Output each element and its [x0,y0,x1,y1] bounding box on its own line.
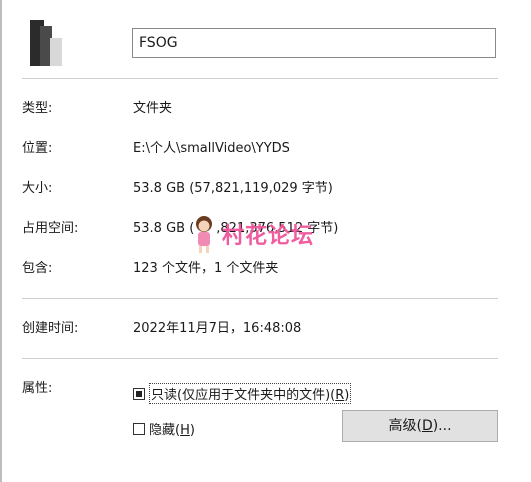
advanced-button[interactable]: 高级(D)... [342,410,498,442]
advanced-label-text: 高级( [388,418,422,434]
created-label: 创建时间: [22,321,79,336]
watermark: 村花论坛 [190,214,350,254]
readonly-label-close: ) [344,388,350,403]
type-value: 文件夹 [133,101,173,116]
hidden-label[interactable]: 隐藏(H) [149,419,195,438]
readonly-label[interactable]: 只读(仅应用于文件夹中的文件)(R) [149,383,352,404]
advanced-label-close: )... [432,418,452,434]
readonly-label-text: 只读(仅应用于文件夹中的文件)( [151,388,336,403]
hidden-checkbox[interactable] [133,422,145,435]
divider-bottom [22,358,498,359]
attributes-label: 属性: [22,381,53,396]
readonly-accesskey: R [335,388,345,403]
hidden-label-close: ) [189,423,195,438]
location-label: 位置: [22,141,53,156]
contains-value: 123 个文件，1 个文件夹 [133,261,279,276]
created-value: 2022年11月7日，16:48:08 [133,321,302,336]
readonly-checkbox[interactable] [133,387,145,400]
folder-name-input[interactable]: FSOG [132,28,496,58]
location-value: E:\个人\smallVideo\YYDS [133,141,290,156]
size-label: 大小: [22,181,53,196]
readonly-checkbox-row[interactable]: 只读(仅应用于文件夹中的文件)(R) [133,383,352,404]
watermark-girl-icon [196,216,212,253]
watermark-text: 村花论坛 [222,224,315,249]
hidden-label-text: 隐藏( [149,423,181,438]
divider-top [22,78,498,79]
contains-label: 包含: [22,261,53,276]
size-on-disk-value-head: 53.8 GB ( [133,221,195,236]
advanced-accesskey: D [421,418,433,434]
size-on-disk-label: 占用空间: [22,221,79,236]
type-label: 类型: [22,101,53,116]
divider-middle [22,298,498,299]
hidden-checkbox-row[interactable]: 隐藏(H) [133,419,195,438]
hidden-accesskey: H [180,423,190,438]
folder-icon [30,20,62,66]
window-left-edge [0,0,2,482]
size-value: 53.8 GB (57,821,119,029 字节) [133,181,333,196]
